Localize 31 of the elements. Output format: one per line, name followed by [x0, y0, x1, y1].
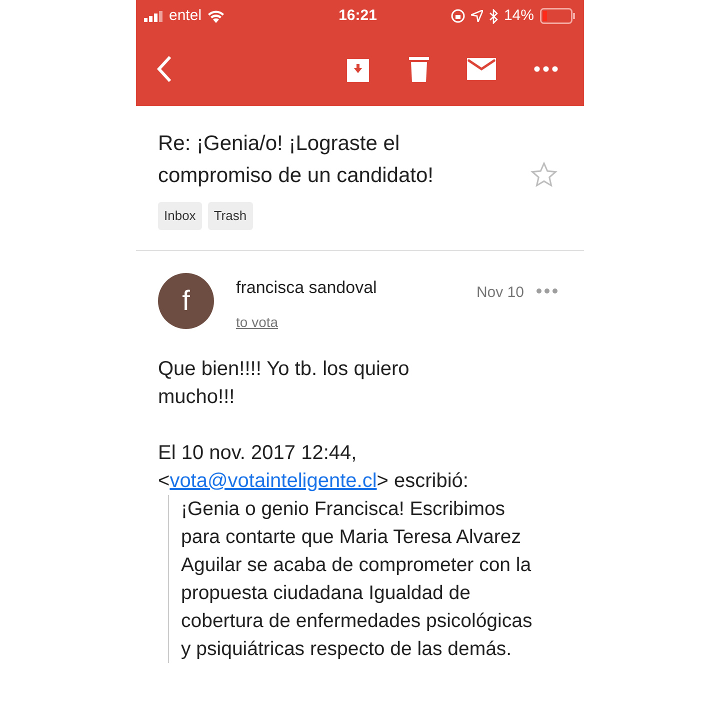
message-body: Que bien!!!! Yo tb. los quiero mucho!!!	[158, 357, 410, 410]
location-icon	[470, 10, 483, 22]
more-icon	[534, 66, 558, 72]
more-button[interactable]	[534, 66, 558, 72]
archive-icon	[345, 56, 371, 82]
sender-avatar: f	[158, 272, 214, 328]
message-date: Nov 10	[476, 282, 524, 302]
label-chip: Trash	[208, 202, 253, 230]
clock-time: 16:21	[338, 6, 377, 26]
trash-icon	[409, 56, 429, 82]
email-subject: Re: ¡Genia/o! ¡Lograste el compromiso de un candidato!	[158, 131, 434, 189]
quoted-text: ¡Genia o genio Francisca! Escribimos para contarte que Maria Teresa Alvarez Aguilar se acaba de comprometer con la propuesta ciudadana Igualdad de cobertura de enfermedades psicológicas y psiquiátricas respecto de las demás.	[181, 497, 534, 662]
signal-icon	[144, 10, 164, 22]
delete-button[interactable]	[409, 56, 429, 82]
bluetooth-icon	[488, 8, 498, 24]
star-button[interactable]	[530, 161, 558, 189]
sender-name: francisca sandoval	[236, 276, 377, 298]
rotation-lock-icon	[450, 9, 465, 23]
recipient-link[interactable]: to vota	[236, 312, 377, 333]
quote-header: El 10 nov. 2017 12:44, <vota@votainteligente.cl> escribió:	[158, 441, 470, 494]
carrier-name: entel	[169, 6, 202, 26]
label-chip: Inbox	[158, 202, 202, 230]
mail-icon	[467, 58, 496, 80]
battery-icon	[540, 8, 576, 24]
archive-button[interactable]	[345, 56, 371, 82]
battery-percent: 14%	[504, 6, 534, 26]
email-link[interactable]: vota@votainteligente.cl	[170, 470, 377, 492]
back-icon	[156, 55, 172, 83]
mail-button[interactable]	[467, 58, 496, 80]
message-more-button[interactable]	[536, 288, 558, 294]
wifi-icon	[206, 10, 225, 22]
